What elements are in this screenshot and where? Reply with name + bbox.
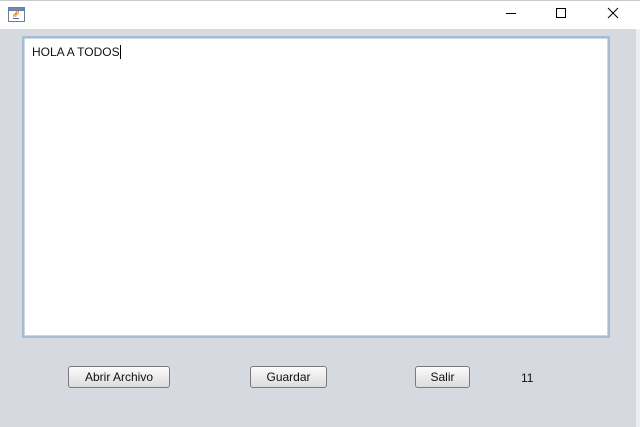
exit-button[interactable]: Salir [415,366,470,388]
editor-text-line: HOLA A TODOS [32,45,121,59]
java-coffee-cup-icon[interactable] [8,7,25,22]
minimize-icon [505,6,517,24]
title-bar[interactable] [0,0,640,29]
open-file-button[interactable]: Abrir Archivo [68,366,170,388]
minimize-button[interactable] [488,1,534,29]
maximize-button[interactable] [538,1,584,29]
text-caret [119,45,121,59]
editor-text: HOLA A TODOS [32,45,120,59]
save-button[interactable]: Guardar [250,366,327,388]
close-icon [607,6,619,24]
maximize-icon [555,6,567,24]
close-button[interactable] [590,1,636,29]
window-edge [636,29,640,427]
text-editor[interactable]: HOLA A TODOS [22,36,610,338]
character-count-label: 11 [521,371,534,385]
